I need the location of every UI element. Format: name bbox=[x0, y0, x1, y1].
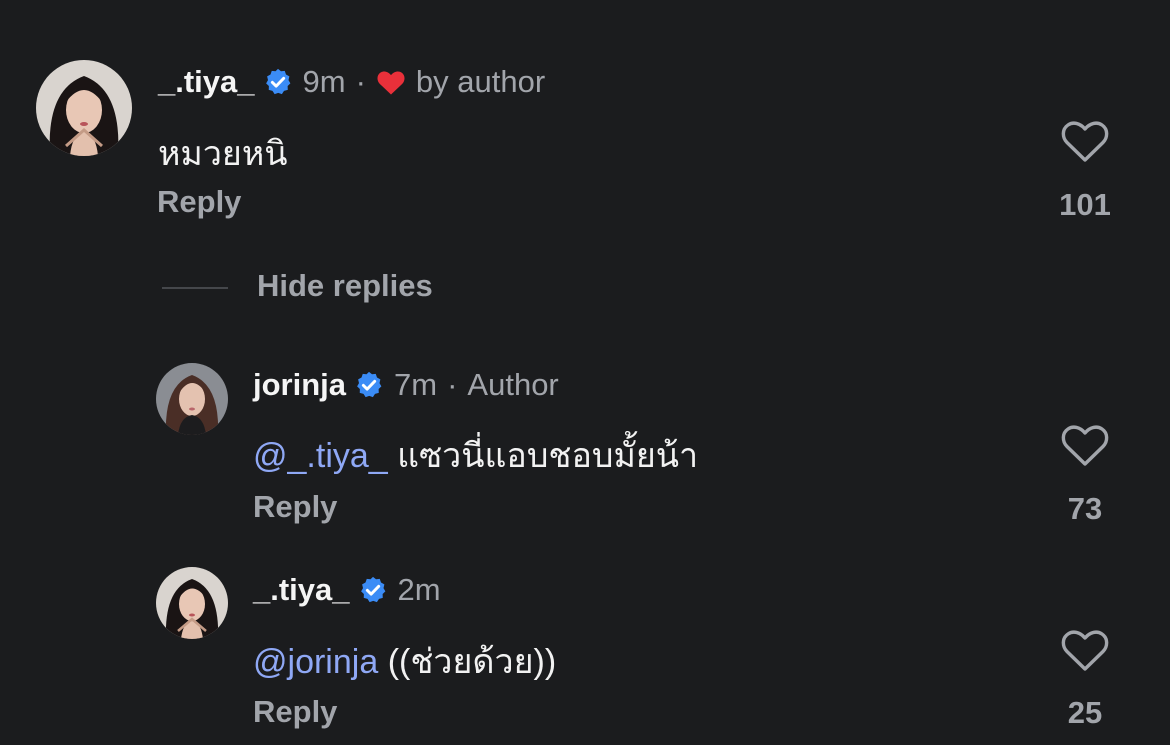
like-count: 101 bbox=[1059, 187, 1111, 222]
separator-dot: · bbox=[355, 64, 366, 99]
author-heart-icon bbox=[376, 68, 406, 96]
author-tag: Author bbox=[467, 367, 559, 402]
username[interactable]: _.tiya_ bbox=[253, 572, 350, 608]
avatar-photo-icon bbox=[36, 60, 132, 156]
reply-body: ((ช่วยด้วย)) bbox=[387, 643, 557, 681]
separator-dot: · bbox=[447, 367, 458, 402]
comment-header: _.tiya_ 9m · by author bbox=[158, 64, 545, 100]
like-count: 25 bbox=[1067, 695, 1103, 730]
mention-link[interactable]: @_.tiya_ bbox=[253, 437, 388, 475]
liked-by-author-label: by author bbox=[415, 64, 546, 99]
verified-badge-icon bbox=[263, 67, 293, 97]
like-heart-icon[interactable] bbox=[1060, 627, 1110, 673]
verified-badge-icon bbox=[358, 575, 388, 605]
thread-divider bbox=[162, 287, 228, 289]
reply-time: 2m bbox=[397, 572, 441, 607]
reply-button[interactable]: Reply bbox=[157, 184, 241, 220]
avatar[interactable] bbox=[156, 363, 228, 435]
reply-time: 7m bbox=[394, 367, 438, 402]
reply-header: jorinja 7m · Author bbox=[253, 367, 559, 403]
avatar[interactable] bbox=[156, 567, 228, 639]
avatar-photo-icon bbox=[156, 567, 228, 639]
reply-text: @_.tiya_ แซวนี่แอบชอบมั้ยน้า bbox=[253, 428, 698, 482]
username[interactable]: _.tiya_ bbox=[158, 64, 255, 100]
mention-link[interactable]: @jorinja bbox=[253, 643, 378, 681]
comments-panel: _.tiya_ 9m · by author หมวยหนิ Reply 101… bbox=[0, 0, 1170, 745]
reply-button[interactable]: Reply bbox=[253, 489, 337, 525]
avatar[interactable] bbox=[36, 60, 132, 156]
comment-text: หมวยหนิ bbox=[158, 135, 288, 173]
reply-header: _.tiya_ 2m bbox=[253, 572, 441, 608]
hide-replies-button[interactable]: Hide replies bbox=[257, 268, 433, 304]
username[interactable]: jorinja bbox=[253, 367, 346, 403]
like-count: 73 bbox=[1067, 491, 1103, 526]
like-heart-icon[interactable] bbox=[1060, 118, 1110, 164]
reply-button[interactable]: Reply bbox=[253, 694, 337, 730]
verified-badge-icon bbox=[354, 370, 384, 400]
like-heart-icon[interactable] bbox=[1060, 422, 1110, 468]
avatar-photo-icon bbox=[156, 363, 228, 435]
comment-time: 9m bbox=[302, 64, 346, 99]
reply-body: แซวนี่แอบชอบมั้ยน้า bbox=[397, 437, 699, 475]
reply-text: @jorinja ((ช่วยด้วย)) bbox=[253, 634, 556, 688]
